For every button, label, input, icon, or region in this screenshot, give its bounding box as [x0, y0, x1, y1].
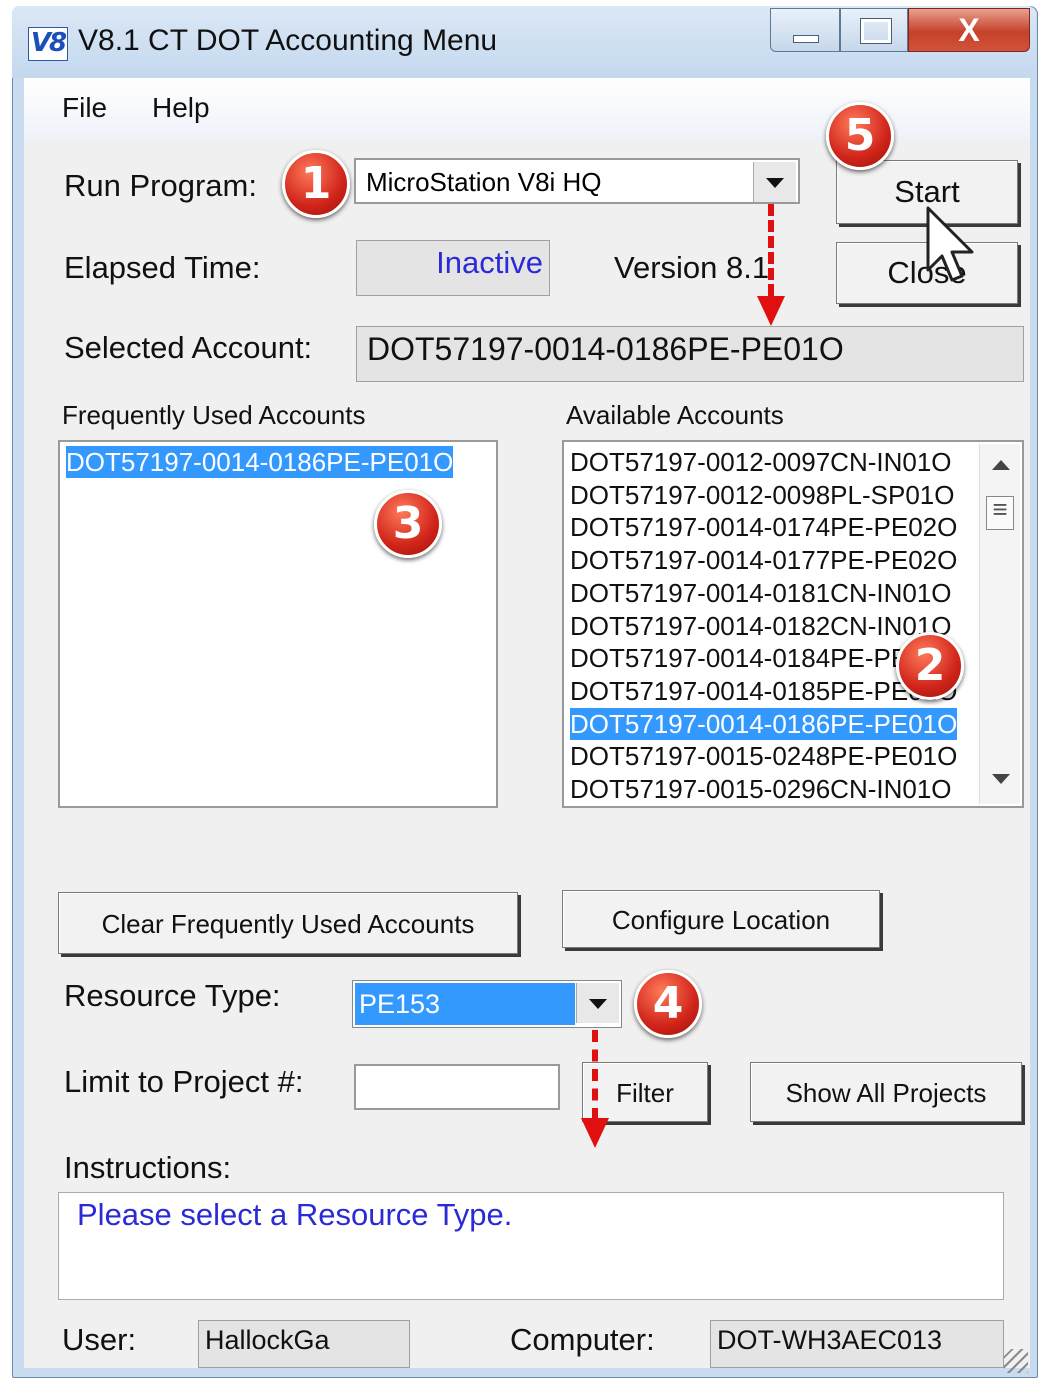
scroll-thumb[interactable]: [986, 494, 1014, 530]
resource-type-dropdown[interactable]: PE153: [352, 980, 622, 1028]
frequently-used-accounts-list[interactable]: DOT57197-0014-0186PE-PE01O: [58, 440, 498, 808]
computer-label: Computer:: [510, 1322, 655, 1357]
clear-frequently-used-accounts-button[interactable]: Clear Frequently Used Accounts: [58, 892, 518, 954]
close-icon: X: [958, 12, 980, 48]
available-account-item[interactable]: DOT57197-0014-0182CN-IN01O: [570, 610, 952, 642]
step-marker-1: 1: [282, 150, 350, 218]
available-account-item[interactable]: DOT57197-0014-0174PE-PE02O: [570, 511, 957, 543]
elapsed-time-value: Inactive: [436, 245, 543, 280]
scroll-down-icon[interactable]: [992, 774, 1010, 784]
step-marker-4: 4: [634, 970, 702, 1038]
limit-to-project-label: Limit to Project #:: [64, 1064, 304, 1099]
run-program-label: Run Program:: [64, 168, 257, 203]
step-marker-5: 5: [826, 102, 894, 170]
annotation-arrow-line: [592, 1030, 598, 1120]
configure-location-button[interactable]: Configure Location: [562, 890, 880, 948]
scroll-up-icon[interactable]: [992, 460, 1010, 470]
version-label: Version 8.1: [614, 250, 770, 285]
computer-field: DOT-WH3AEC013: [710, 1320, 1004, 1368]
user-label: User:: [62, 1322, 137, 1357]
available-account-item[interactable]: DOT57197-0014-0186PE-PE01O: [570, 707, 958, 740]
resource-type-label: Resource Type:: [64, 978, 281, 1013]
maximize-button[interactable]: [840, 8, 908, 52]
run-program-value: MicroStation V8i HQ: [366, 167, 602, 197]
run-program-dropdown[interactable]: MicroStation V8i HQ: [354, 158, 800, 204]
chevron-down-icon[interactable]: [753, 162, 796, 202]
scrollbar[interactable]: [979, 444, 1020, 804]
elapsed-time-field: Inactive: [356, 240, 550, 296]
annotation-arrowhead: [757, 296, 785, 326]
available-account-item[interactable]: DOT57197-0012-0098PL-SP01O: [570, 479, 954, 511]
available-account-item[interactable]: DOT57197-0015-0296CN-IN01O: [570, 773, 952, 805]
computer-value: DOT-WH3AEC013: [717, 1325, 943, 1355]
selected-account-value: DOT57197-0014-0186PE-PE01O: [367, 331, 844, 367]
chevron-down-icon[interactable]: [576, 983, 619, 1023]
step-marker-3: 3: [374, 490, 442, 558]
frequent-account-item[interactable]: DOT57197-0014-0186PE-PE01O: [66, 446, 454, 478]
available-accounts-list[interactable]: DOT57197-0012-0097CN-IN01ODOT57197-0012-…: [562, 440, 1024, 808]
resource-type-value: PE153: [355, 983, 575, 1025]
filter-button[interactable]: Filter: [582, 1062, 708, 1122]
user-field: HallockGa: [198, 1320, 410, 1368]
elapsed-time-label: Elapsed Time:: [64, 250, 261, 285]
instructions-label: Instructions:: [64, 1150, 232, 1185]
selected-account-label: Selected Account:: [64, 330, 313, 365]
resize-grip[interactable]: [1004, 1349, 1028, 1373]
close-window-button[interactable]: X: [908, 8, 1030, 52]
menu-help[interactable]: Help: [152, 92, 210, 124]
selected-account-field: DOT57197-0014-0186PE-PE01O: [356, 326, 1024, 382]
instructions-box: Please select a Resource Type.: [58, 1192, 1004, 1300]
available-account-item[interactable]: DOT57197-0015-0248PE-PE01O: [570, 740, 957, 772]
step-marker-2: 2: [896, 632, 964, 700]
annotation-arrowhead: [581, 1118, 609, 1148]
frequently-used-accounts-header: Frequently Used Accounts: [62, 400, 366, 430]
annotation-arrow-line: [768, 204, 774, 296]
available-account-item[interactable]: DOT57197-0014-0181CN-IN01O: [570, 577, 952, 609]
mouse-cursor-icon: [926, 206, 974, 282]
show-all-projects-button[interactable]: Show All Projects: [750, 1062, 1022, 1122]
available-account-item[interactable]: DOT57197-0012-0097CN-IN01O: [570, 446, 952, 478]
available-accounts-header: Available Accounts: [566, 400, 784, 430]
minimize-button[interactable]: [770, 8, 840, 52]
instructions-text: Please select a Resource Type.: [77, 1197, 513, 1232]
available-account-item[interactable]: DOT57197-0014-0177PE-PE02O: [570, 544, 957, 576]
app-icon: V8: [28, 27, 68, 61]
user-value: HallockGa: [205, 1325, 330, 1355]
window-title: V8.1 CT DOT Accounting Menu: [78, 24, 498, 57]
project-number-input[interactable]: [354, 1064, 560, 1110]
menu-file[interactable]: File: [62, 92, 107, 124]
